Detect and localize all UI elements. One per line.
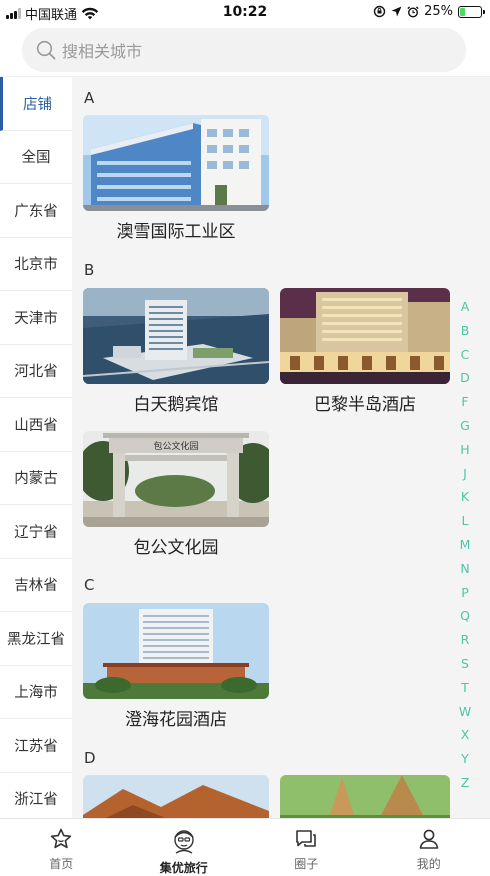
venue-card[interactable]: 包公文化园 包公文化园 [83, 431, 269, 558]
province-item-jiangsu[interactable]: 江苏省 [0, 719, 72, 773]
venue-card[interactable]: 巴黎半岛酒店 [280, 288, 450, 415]
alarm-icon [407, 5, 419, 18]
province-label: 广东省 [14, 203, 58, 220]
province-label: 河北省 [14, 364, 58, 381]
venue-photo [83, 115, 269, 211]
bottom-tab-bar: 首页 集优旅行 圈子 我的 [0, 818, 490, 876]
province-label: 山西省 [14, 417, 58, 434]
alphabet-letter[interactable]: Z [461, 771, 470, 795]
province-label: 辽宁省 [14, 524, 58, 541]
alphabet-letter[interactable]: L [462, 509, 469, 533]
alphabet-letter[interactable]: K [461, 485, 469, 509]
venue-card[interactable]: 白天鹅宾馆 [83, 288, 269, 415]
section-letter: B [84, 261, 95, 279]
alphabet-letter[interactable]: W [459, 700, 471, 724]
gate-inscription: 包公文化园 [153, 440, 198, 452]
alphabet-letter[interactable]: G [460, 414, 470, 438]
venue-photo [83, 288, 269, 384]
province-label: 黑龙江省 [7, 631, 65, 648]
province-item-beijing[interactable]: 北京市 [0, 238, 72, 291]
tab-label: 首页 [49, 857, 74, 871]
user-icon [419, 829, 439, 849]
alphabet-letter[interactable]: D [460, 366, 470, 390]
location-arrow-icon [391, 6, 402, 17]
province-label: 天津市 [14, 310, 58, 327]
alphabet-letter[interactable]: B [461, 319, 470, 343]
chat-bubble-icon [296, 830, 317, 847]
star-icon [51, 828, 72, 849]
venue-photo [280, 775, 450, 818]
venue-photo: 包公文化园 [83, 431, 269, 527]
traveler-avatar-icon [174, 830, 194, 854]
alphabet-letter[interactable]: J [463, 462, 467, 486]
province-item-inner-mongolia[interactable]: 内蒙古 [0, 452, 72, 505]
province-item-stores[interactable]: 店铺 [0, 77, 72, 131]
province-item-hebei[interactable]: 河北省 [0, 345, 72, 398]
status-right: 25% [373, 4, 485, 19]
alphabet-letter[interactable]: R [461, 628, 470, 652]
province-label: 江苏省 [14, 738, 58, 755]
province-item-shanghai[interactable]: 上海市 [0, 666, 72, 719]
alphabet-index: A B C D F G H J K L M N P Q R S T W X Y … [458, 295, 472, 795]
province-item-tianjin[interactable]: 天津市 [0, 291, 72, 345]
province-item-shanxi[interactable]: 山西省 [0, 398, 72, 452]
province-item-heilongjiang[interactable]: 黑龙江省 [0, 612, 72, 666]
tab-label: 我的 [416, 857, 441, 871]
province-item-zhejiang[interactable]: 浙江省 [0, 773, 72, 819]
province-label: 上海市 [14, 685, 58, 702]
province-item-nationwide[interactable]: 全国 [0, 131, 72, 184]
section-letter: A [84, 89, 95, 107]
alphabet-letter[interactable]: M [460, 533, 471, 557]
province-label: 店铺 [23, 96, 52, 113]
province-label: 内蒙古 [14, 471, 58, 488]
venue-card[interactable]: 澳雪国际工业区 [83, 115, 269, 242]
venue-card[interactable] [280, 775, 450, 818]
battery-icon [458, 5, 485, 18]
province-list: 店铺 全国 广东省 北京市 天津市 河北省 山西省 内蒙古 辽宁省 吉林省 黑龙… [0, 77, 72, 818]
section-letter: C [84, 576, 95, 594]
province-item-jilin[interactable]: 吉林省 [0, 559, 72, 612]
tab-circle[interactable]: 圈子 [245, 819, 368, 876]
tab-home[interactable]: 首页 [0, 819, 123, 876]
alphabet-letter[interactable]: Q [460, 604, 470, 628]
section-letter: D [84, 749, 96, 767]
battery-percent: 25% [424, 4, 453, 19]
venue-list: A 澳雪国际工业区 B 白天鹅宾馆 巴黎半岛酒店 包公文化园 包公文化园 C 澄… [72, 77, 490, 818]
alphabet-letter[interactable]: Y [461, 747, 469, 771]
venue-name: 巴黎半岛酒店 [314, 395, 416, 415]
venue-name: 澄海花园酒店 [125, 710, 227, 730]
search-placeholder: 搜相关城市 [62, 42, 143, 61]
alphabet-letter[interactable]: N [460, 557, 469, 581]
venue-name: 包公文化园 [133, 538, 219, 558]
province-label: 北京市 [14, 257, 58, 274]
venue-card[interactable]: 澄海花园酒店 [83, 603, 269, 730]
search-input[interactable]: 搜相关城市 [22, 28, 466, 72]
alphabet-letter[interactable]: F [461, 390, 468, 414]
alphabet-letter[interactable]: H [460, 438, 469, 462]
province-item-guangdong[interactable]: 广东省 [0, 184, 72, 238]
alphabet-letter[interactable]: S [461, 652, 469, 676]
status-bar: 中国联通 10:22 25% [0, 0, 490, 26]
venue-card[interactable] [83, 775, 269, 818]
venue-photo [280, 288, 450, 384]
tab-profile[interactable]: 我的 [368, 819, 490, 876]
venue-photo [83, 603, 269, 699]
venue-photo [83, 775, 269, 818]
alphabet-letter[interactable]: T [461, 676, 469, 700]
venue-name: 白天鹅宾馆 [133, 395, 219, 415]
province-label: 吉林省 [14, 578, 58, 595]
alphabet-letter[interactable]: C [461, 343, 470, 367]
venue-name: 澳雪国际工业区 [116, 222, 236, 242]
tab-label: 圈子 [294, 857, 319, 871]
alphabet-letter[interactable]: X [461, 723, 470, 747]
tab-label: 集优旅行 [159, 861, 208, 875]
rotation-lock-icon [373, 5, 386, 18]
alphabet-letter[interactable]: A [461, 295, 470, 319]
province-item-liaoning[interactable]: 辽宁省 [0, 505, 72, 559]
province-label: 全国 [21, 150, 51, 167]
search-icon [36, 40, 56, 60]
province-label: 浙江省 [14, 792, 58, 809]
alphabet-letter[interactable]: P [461, 581, 469, 605]
tab-travel[interactable]: 集优旅行 [123, 819, 246, 876]
